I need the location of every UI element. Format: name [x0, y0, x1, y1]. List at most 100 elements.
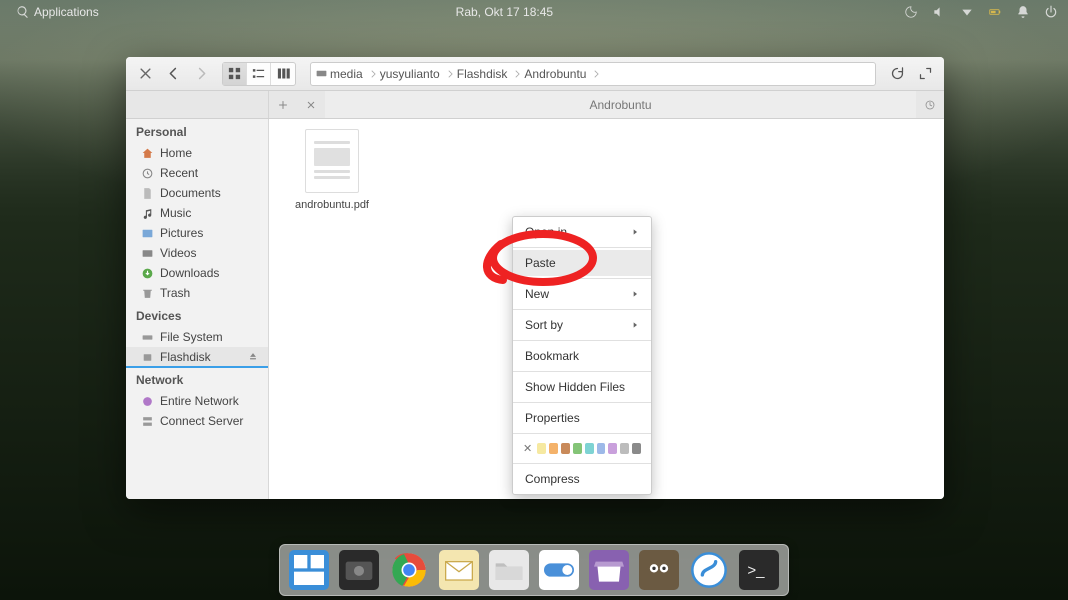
dock-simplenote[interactable] — [688, 549, 730, 591]
dock-chrome[interactable] — [388, 549, 430, 591]
picture-icon — [141, 227, 154, 240]
maximize-button[interactable] — [912, 61, 938, 87]
document-icon — [141, 187, 154, 200]
network-globe-icon — [141, 395, 154, 408]
sidebar: Personal Home Recent Documents Music Pic… — [126, 119, 269, 499]
menu-sort-by[interactable]: Sort by — [513, 312, 651, 338]
night-light-icon[interactable] — [904, 5, 918, 19]
battery-icon[interactable] — [988, 5, 1002, 19]
new-tab-button[interactable] — [269, 91, 297, 118]
sidebar-item-pictures[interactable]: Pictures — [126, 223, 268, 243]
crumb-user[interactable]: yusyulianto — [380, 67, 457, 81]
music-icon — [141, 207, 154, 220]
view-mode-group — [222, 62, 296, 86]
dock-appcenter[interactable] — [588, 549, 630, 591]
close-window-button[interactable] — [132, 61, 158, 87]
tab-history-button[interactable] — [916, 91, 944, 118]
chevron-right-icon — [512, 69, 522, 79]
dock: >_ — [279, 544, 789, 596]
color-swatch[interactable] — [561, 443, 570, 454]
network-icon[interactable] — [960, 5, 974, 19]
swatch-clear[interactable]: ✕ — [523, 442, 532, 455]
submenu-arrow-icon — [631, 290, 639, 298]
color-swatch[interactable] — [549, 443, 558, 454]
menu-paste[interactable]: Paste — [513, 250, 651, 276]
columns-icon — [276, 66, 291, 81]
sidebar-item-videos[interactable]: Videos — [126, 243, 268, 263]
color-swatch-row: ✕ — [513, 436, 651, 461]
sidebar-item-documents[interactable]: Documents — [126, 183, 268, 203]
dock-mail[interactable] — [438, 549, 480, 591]
notifications-icon[interactable] — [1016, 5, 1030, 19]
chevron-right-icon — [591, 69, 601, 79]
applications-menu[interactable]: Applications — [16, 5, 99, 19]
file-item[interactable]: androbuntu.pdf — [287, 129, 377, 211]
sidebar-item-downloads[interactable]: Downloads — [126, 263, 268, 283]
close-tab-button[interactable] — [297, 91, 325, 118]
download-icon — [141, 267, 154, 280]
submenu-arrow-icon — [631, 321, 639, 329]
video-icon — [141, 247, 154, 260]
menu-show-hidden[interactable]: Show Hidden Files — [513, 374, 651, 400]
sidebar-item-entire-network[interactable]: Entire Network — [126, 391, 268, 411]
dock-files[interactable] — [488, 549, 530, 591]
server-icon — [141, 415, 154, 428]
crumb-flashdisk[interactable]: Flashdisk — [457, 67, 525, 81]
applications-label: Applications — [34, 5, 99, 19]
color-swatch[interactable] — [537, 443, 546, 454]
menu-compress[interactable]: Compress — [513, 466, 651, 492]
view-list-button[interactable] — [247, 63, 271, 85]
volume-icon[interactable] — [932, 5, 946, 19]
view-icons-button[interactable] — [223, 63, 247, 85]
menu-new[interactable]: New — [513, 281, 651, 307]
menu-separator — [513, 340, 651, 341]
crumb-media[interactable]: media — [330, 67, 380, 81]
tab-active[interactable]: Androbuntu — [325, 91, 916, 118]
chevron-right-icon — [445, 69, 455, 79]
pdf-thumbnail-icon — [305, 129, 359, 193]
color-swatch[interactable] — [597, 443, 606, 454]
sidebar-item-trash[interactable]: Trash — [126, 283, 268, 303]
color-swatch[interactable] — [620, 443, 629, 454]
top-panel: Applications Rab, Okt 17 18:45 — [0, 0, 1068, 24]
sidebar-item-flashdisk[interactable]: Flashdisk — [126, 347, 268, 367]
sidebar-head-network: Network — [126, 367, 268, 391]
menu-open-in[interactable]: Open in — [513, 219, 651, 245]
color-swatch[interactable] — [608, 443, 617, 454]
sidebar-item-filesystem[interactable]: File System — [126, 327, 268, 347]
shop-icon — [589, 550, 629, 590]
eject-icon — [248, 351, 258, 361]
power-icon[interactable] — [1044, 5, 1058, 19]
window-toolbar: media yusyulianto Flashdisk Androbuntu — [126, 57, 944, 91]
menu-properties[interactable]: Properties — [513, 405, 651, 431]
nav-back-button[interactable] — [160, 61, 186, 87]
menu-bookmark[interactable]: Bookmark — [513, 343, 651, 369]
refresh-button[interactable] — [884, 61, 910, 87]
history-icon — [924, 99, 936, 111]
panel-clock[interactable]: Rab, Okt 17 18:45 — [456, 5, 553, 19]
dock-settings[interactable] — [538, 549, 580, 591]
usb-icon — [141, 351, 154, 364]
color-swatch[interactable] — [573, 443, 582, 454]
sidebar-item-connect-server[interactable]: Connect Server — [126, 411, 268, 431]
color-swatch[interactable] — [632, 443, 641, 454]
view-columns-button[interactable] — [271, 63, 295, 85]
breadcrumb[interactable]: media yusyulianto Flashdisk Androbuntu — [310, 62, 876, 86]
menu-separator — [513, 402, 651, 403]
dock-gimp[interactable] — [638, 549, 680, 591]
eject-button[interactable] — [248, 350, 258, 364]
dock-multitask[interactable] — [288, 549, 330, 591]
dock-terminal[interactable]: >_ — [738, 549, 780, 591]
color-swatch[interactable] — [585, 443, 594, 454]
dock-screenshot[interactable] — [338, 549, 380, 591]
sidebar-item-home[interactable]: Home — [126, 143, 268, 163]
refresh-icon — [890, 66, 905, 81]
sidebar-item-music[interactable]: Music — [126, 203, 268, 223]
mail-icon — [439, 550, 479, 590]
sidebar-item-recent[interactable]: Recent — [126, 163, 268, 183]
nav-forward-button[interactable] — [188, 61, 214, 87]
context-menu: Open in Paste New Sort by Bookmark Show … — [512, 216, 652, 495]
crumb-current[interactable]: Androbuntu — [524, 67, 603, 81]
maximize-icon — [918, 66, 933, 81]
tab-bar: Androbuntu — [126, 91, 944, 119]
